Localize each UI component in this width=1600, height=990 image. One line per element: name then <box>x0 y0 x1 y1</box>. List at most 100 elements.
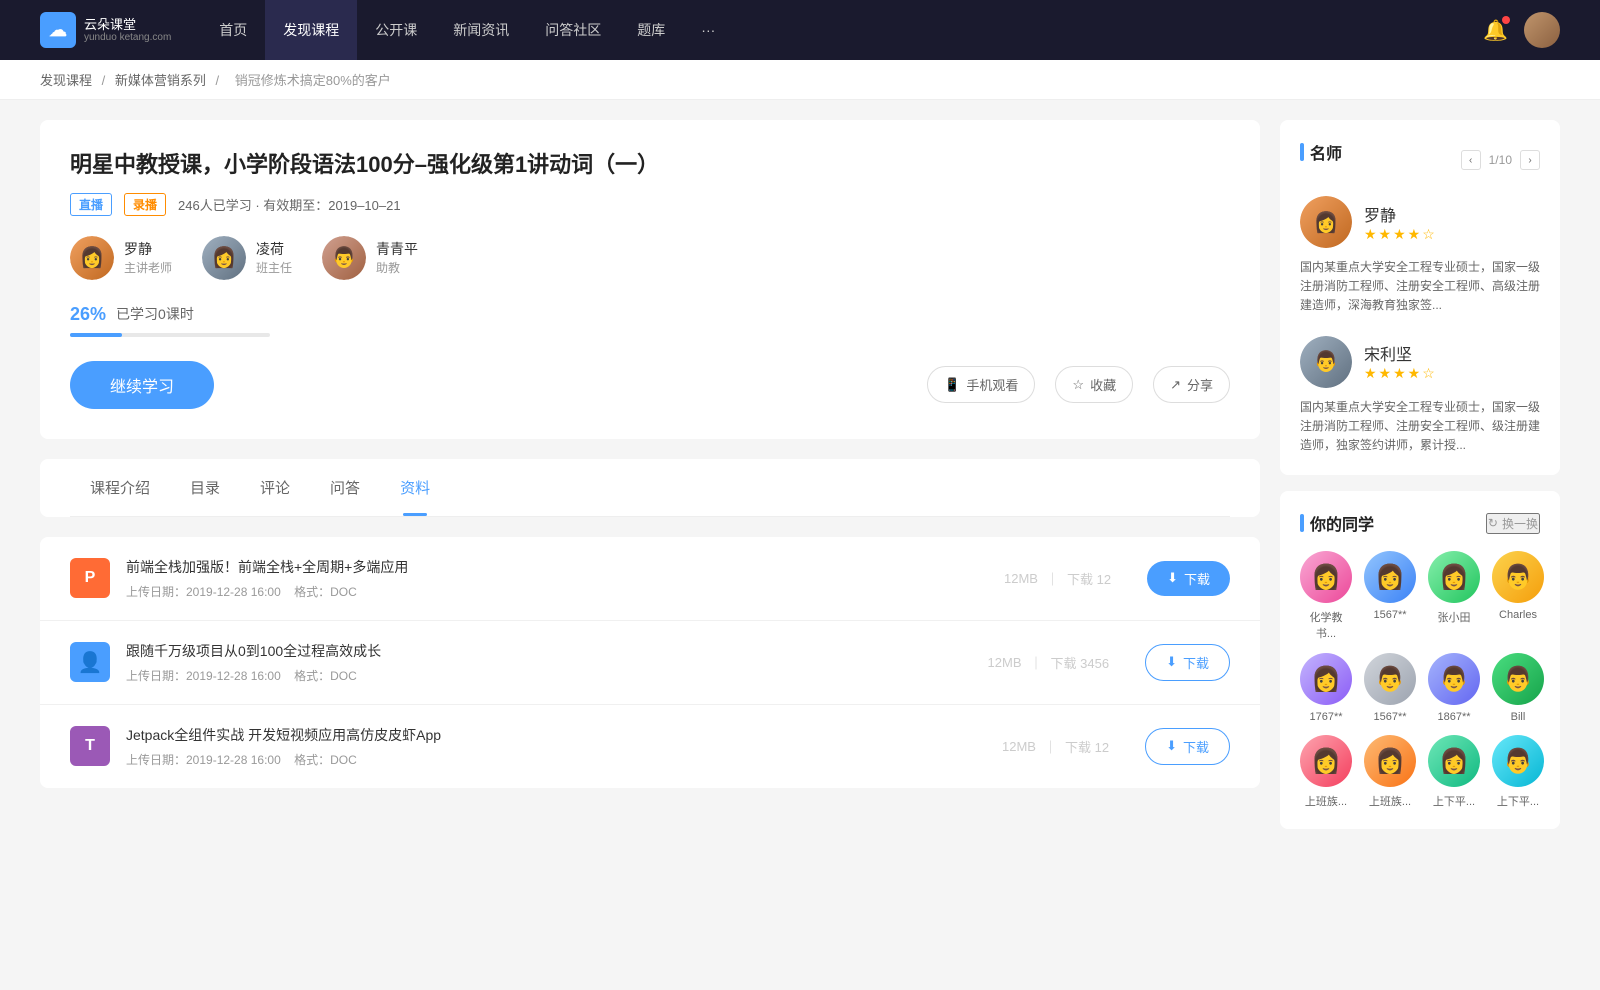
classmate-2-avatar: 👩 <box>1364 551 1416 603</box>
resource-item-3: T Jetpack全组件实战 开发短视频应用高仿皮皮虾App 上传日期：2019… <box>40 705 1260 788</box>
classmate-9-name: 上班族... <box>1305 793 1347 809</box>
logo[interactable]: ☁ 云朵课堂 yunduo ketang.com <box>40 12 171 48</box>
teacher-1: 👩 罗静 主讲老师 <box>70 236 172 280</box>
breadcrumb-series[interactable]: 新媒体营销系列 <box>115 73 206 88</box>
sidebar-teacher-2-avatar: 👨 <box>1300 336 1352 388</box>
tab-qa[interactable]: 问答 <box>310 459 380 516</box>
course-meta: 直播 录播 246人已学习 · 有效期至：2019–10–21 <box>70 193 1230 216</box>
resource-2-name: 跟随千万级项目从0到100全过程高效成长 <box>126 641 972 661</box>
share-button[interactable]: ↗ 分享 <box>1153 366 1230 403</box>
resource-1-info: 前端全栈加强版！前端全栈+全周期+多端应用 上传日期：2019-12-28 16… <box>126 557 988 600</box>
nav-items: 首页 发现课程 公开课 新闻资讯 问答社区 题库 ··· <box>201 0 1483 60</box>
nav-discover[interactable]: 发现课程 <box>265 0 357 60</box>
teacher-3-avatar-img: 👨 <box>322 236 366 280</box>
resource-item-2: 👤 跟随千万级项目从0到100全过程高效成长 上传日期：2019-12-28 1… <box>40 621 1260 705</box>
logo-text: 云朵课堂 <box>84 17 171 33</box>
tab-resources[interactable]: 资料 <box>380 459 450 516</box>
teacher-1-name: 罗静 <box>124 239 172 259</box>
resource-1-download-button[interactable]: ⬇下载 <box>1147 561 1230 596</box>
nav-news[interactable]: 新闻资讯 <box>435 0 527 60</box>
teachers-sidebar-card: 名师 ‹ 1/10 › 👩 罗静 ★★★★☆ <box>1280 120 1560 475</box>
nav-home[interactable]: 首页 <box>201 0 265 60</box>
nav-public[interactable]: 公开课 <box>357 0 435 60</box>
breadcrumb-current: 销冠修炼术搞定80%的客户 <box>235 73 391 88</box>
continue-study-button[interactable]: 继续学习 <box>70 361 214 409</box>
resource-1-downloads: 下载 12 <box>1067 569 1111 588</box>
tab-intro[interactable]: 课程介绍 <box>70 459 170 516</box>
nav-exam[interactable]: 题库 <box>619 0 683 60</box>
classmate-4-name: Charles <box>1499 609 1537 621</box>
classmate-8-avatar: 👨 <box>1492 653 1544 705</box>
course-header-card: 明星中教授课，小学阶段语法100分–强化级第1讲动词（一） 直播 录播 246人… <box>40 120 1260 439</box>
resources-list: P 前端全栈加强版！前端全栈+全周期+多端应用 上传日期：2019-12-28 … <box>40 537 1260 788</box>
action-row: 继续学习 📱 手机观看 ☆ 收藏 ↗ 分享 <box>70 361 1230 409</box>
breadcrumb-discover[interactable]: 发现课程 <box>40 73 92 88</box>
mobile-icon: 📱 <box>944 377 960 393</box>
resource-1-size: 12MB <box>1004 571 1038 586</box>
tabs-card: 课程介绍 目录 评论 问答 资料 <box>40 459 1260 517</box>
download-icon: ⬇ <box>1167 570 1178 586</box>
classmate-10-name: 上班族... <box>1369 793 1411 809</box>
download-icon-2: ⬇ <box>1166 654 1177 670</box>
teacher-2-name: 凌荷 <box>256 239 292 259</box>
logo-icon: ☁ <box>40 12 76 48</box>
page-indicator: 1/10 <box>1489 153 1512 167</box>
classmate-12-avatar: 👨 <box>1492 735 1544 787</box>
resource-3-size: 12MB <box>1002 739 1036 754</box>
teacher-3-name: 青青平 <box>376 239 418 259</box>
share-icon: ↗ <box>1170 377 1181 393</box>
badge-live: 直播 <box>70 193 112 216</box>
breadcrumb: 发现课程 / 新媒体营销系列 / 销冠修炼术搞定80%的客户 <box>0 60 1600 100</box>
classmate-12-name: 上下平... <box>1497 793 1539 809</box>
badge-record: 录播 <box>124 193 166 216</box>
collect-button[interactable]: ☆ 收藏 <box>1055 366 1133 403</box>
resource-3-icon: T <box>70 726 110 766</box>
classmate-9-avatar: 👩 <box>1300 735 1352 787</box>
user-avatar[interactable] <box>1524 12 1560 48</box>
resource-1-icon: P <box>70 558 110 598</box>
teacher-1-role: 主讲老师 <box>124 259 172 276</box>
classmate-4-avatar: 👨 <box>1492 551 1544 603</box>
resource-2-meta: 上传日期：2019-12-28 16:00 格式：DOC <box>126 667 972 684</box>
classmate-3: 👩 张小田 <box>1428 551 1480 641</box>
classmate-5-name: 1767** <box>1309 711 1342 723</box>
tab-review[interactable]: 评论 <box>240 459 310 516</box>
tab-catalog[interactable]: 目录 <box>170 459 240 516</box>
classmate-1-name: 化学教书... <box>1300 609 1352 641</box>
nav-qa[interactable]: 问答社区 <box>527 0 619 60</box>
classmate-10: 👩 上班族... <box>1364 735 1416 809</box>
resource-3-downloads: 下载 12 <box>1065 737 1109 756</box>
teacher-3-role: 助教 <box>376 259 418 276</box>
course-title: 明星中教授课，小学阶段语法100分–强化级第1讲动词（一） <box>70 150 1230 181</box>
classmate-12: 👨 上下平... <box>1492 735 1544 809</box>
content-area: 明星中教授课，小学阶段语法100分–强化级第1讲动词（一） 直播 录播 246人… <box>40 120 1260 845</box>
resource-2-icon: 👤 <box>70 642 110 682</box>
classmate-11-name: 上下平... <box>1433 793 1475 809</box>
bell-icon[interactable]: 🔔 <box>1483 18 1508 43</box>
classmate-6: 👨 1567** <box>1364 653 1416 723</box>
nav-more[interactable]: ··· <box>683 0 733 60</box>
teacher-2-avatar-img: 👩 <box>202 236 246 280</box>
classmate-10-avatar: 👩 <box>1364 735 1416 787</box>
prev-teacher-button[interactable]: ‹ <box>1461 150 1481 170</box>
sidebar-teacher-nav: ‹ 1/10 › <box>1461 150 1540 170</box>
sidebar-teacher-2-desc: 国内某重点大学安全工程专业硕士，国家一级注册消防工程师、注册安全工程师、级注册建… <box>1300 398 1540 456</box>
sidebar-teacher-2: 👨 宋利坚 ★★★★☆ 国内某重点大学安全工程专业硕士，国家一级注册消防工程师、… <box>1300 336 1540 456</box>
classmates-title: 你的同学 <box>1300 511 1486 535</box>
teacher-2: 👩 凌荷 班主任 <box>202 236 292 280</box>
refresh-icon: ↻ <box>1488 516 1498 530</box>
classmate-11: 👩 上下平... <box>1428 735 1480 809</box>
breadcrumb-sep2: / <box>216 73 223 88</box>
sidebar-teacher-2-name: 宋利坚 <box>1364 341 1437 365</box>
refresh-classmates-button[interactable]: ↻ 换一换 <box>1486 513 1540 534</box>
classmate-8: 👨 Bill <box>1492 653 1544 723</box>
progress-text: 已学习0课时 <box>116 304 194 324</box>
resource-2-download-button[interactable]: ⬇下载 <box>1145 644 1230 681</box>
classmate-2-name: 1567** <box>1373 609 1406 621</box>
resource-3-stats: 12MB ｜ 下载 12 <box>1002 737 1109 756</box>
resource-3-download-button[interactable]: ⬇下载 <box>1145 728 1230 765</box>
sidebar-teacher-1-img: 👩 <box>1300 196 1352 248</box>
mobile-watch-button[interactable]: 📱 手机观看 <box>927 366 1035 403</box>
next-teacher-button[interactable]: › <box>1520 150 1540 170</box>
resource-2-stats: 12MB ｜ 下载 3456 <box>988 653 1110 672</box>
